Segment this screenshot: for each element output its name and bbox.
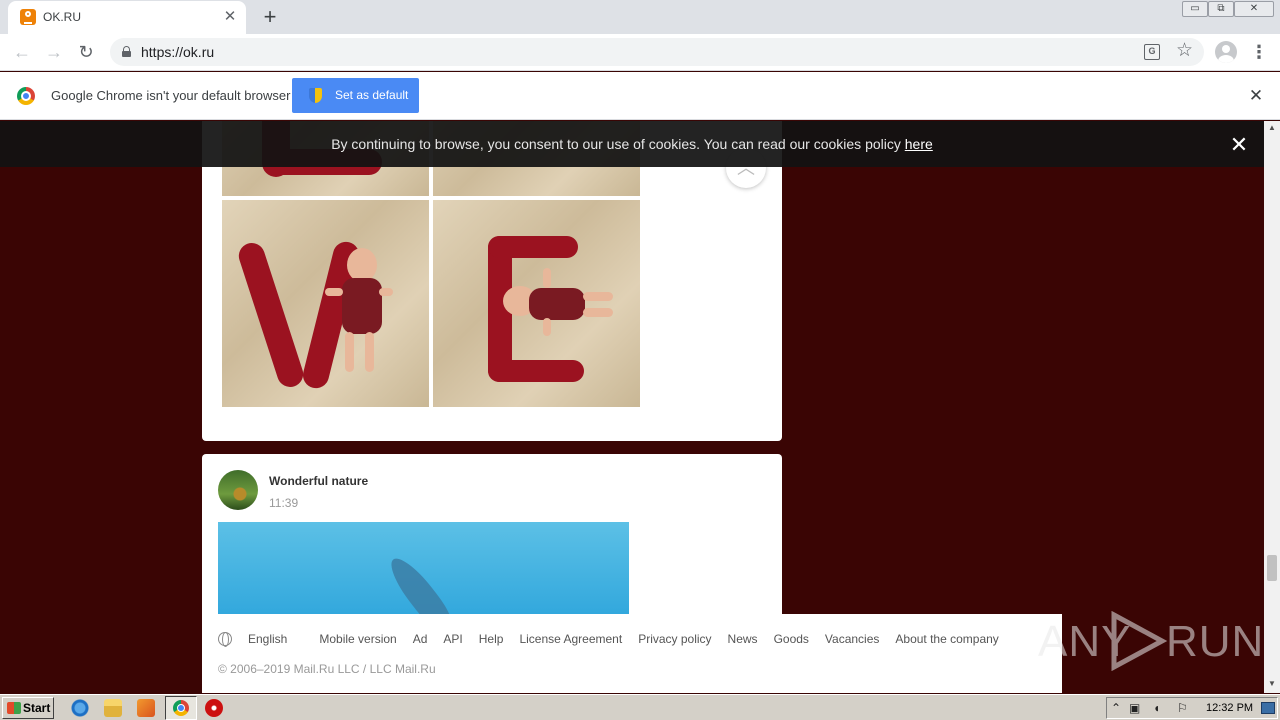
footer-link-vacancies[interactable]: Vacancies bbox=[825, 632, 879, 646]
set-as-default-label: Set as default bbox=[335, 88, 409, 102]
scroll-up-arrow[interactable]: ▲ bbox=[1264, 121, 1280, 135]
taskbar: Start ⌃ ▣ ◖ ⚐ 12:32 PM bbox=[0, 694, 1280, 720]
tab-strip: OK.RU ✕ + ▭ ⧉ ✕ bbox=[0, 0, 1280, 34]
footer-links: English Mobile version Ad API Help Licen… bbox=[218, 632, 1015, 647]
chrome-taskbar-icon bbox=[173, 700, 189, 716]
collage-photo-e[interactable] bbox=[433, 200, 640, 407]
anyrun-watermark: ANY RUN bbox=[1038, 607, 1263, 671]
page-scrollbar[interactable]: ▲ ▼ bbox=[1264, 121, 1280, 693]
footer-link-license[interactable]: License Agreement bbox=[519, 632, 622, 646]
cookie-close-button[interactable]: ✕ bbox=[1228, 134, 1250, 156]
show-desktop-icon[interactable] bbox=[1261, 702, 1275, 714]
minimize-button[interactable]: ▭ bbox=[1182, 1, 1208, 17]
volume-icon[interactable]: ◖ bbox=[1153, 700, 1160, 716]
back-button[interactable]: ← bbox=[10, 40, 34, 64]
footer-link-api[interactable]: API bbox=[443, 632, 462, 646]
footer-link-about[interactable]: About the company bbox=[895, 632, 998, 646]
globe-icon bbox=[218, 632, 232, 647]
tray-expand-icon[interactable]: ⌃ bbox=[1111, 700, 1121, 716]
footer-link-ad[interactable]: Ad bbox=[413, 632, 428, 646]
taskbar-clock[interactable]: 12:32 PM bbox=[1206, 702, 1253, 714]
page-viewport: ︿ Wonderful nature 11:39 By continuing t… bbox=[0, 121, 1264, 693]
lock-icon[interactable] bbox=[122, 46, 131, 57]
cookie-banner-text: By continuing to browse, you consent to … bbox=[0, 136, 1264, 152]
explorer-folder-icon[interactable] bbox=[104, 699, 122, 717]
cookie-message: By continuing to browse, you consent to … bbox=[331, 136, 905, 152]
set-as-default-button[interactable]: Set as default bbox=[292, 78, 419, 113]
start-button[interactable]: Start bbox=[2, 697, 54, 719]
post-timestamp: 11:39 bbox=[269, 496, 299, 510]
footer-link-mobile[interactable]: Mobile version bbox=[319, 632, 396, 646]
footer-language-label: English bbox=[248, 632, 288, 646]
taskbar-chrome-button[interactable] bbox=[165, 696, 197, 720]
cookie-policy-link[interactable]: here bbox=[905, 136, 933, 152]
play-logo-icon bbox=[1111, 611, 1168, 671]
footer-link-news[interactable]: News bbox=[728, 632, 758, 646]
ok-favicon-icon bbox=[20, 9, 36, 25]
star-icon[interactable]: ☆ bbox=[1176, 41, 1193, 61]
footer-link-goods[interactable]: Goods bbox=[774, 632, 809, 646]
start-label: Start bbox=[23, 701, 51, 715]
cookie-banner: By continuing to browse, you consent to … bbox=[0, 121, 1264, 167]
footer-link-help[interactable]: Help bbox=[479, 632, 504, 646]
collage-photo-v[interactable] bbox=[222, 200, 429, 407]
tab-ok-ru[interactable]: OK.RU ✕ bbox=[8, 1, 246, 34]
menu-icon[interactable]: ⋮ bbox=[1250, 40, 1268, 64]
security-alert-icon[interactable] bbox=[205, 699, 223, 717]
media-player-icon[interactable] bbox=[137, 699, 155, 717]
windows-flag-icon bbox=[7, 702, 21, 714]
new-tab-button[interactable]: + bbox=[258, 5, 282, 29]
network-icon[interactable]: ▣ bbox=[1129, 700, 1140, 716]
post-author-link[interactable]: Wonderful nature bbox=[269, 474, 368, 488]
forward-button[interactable]: → bbox=[42, 40, 66, 64]
profile-icon[interactable] bbox=[1215, 41, 1237, 63]
scroll-down-arrow[interactable]: ▼ bbox=[1264, 677, 1280, 691]
restore-button[interactable]: ⧉ bbox=[1208, 1, 1234, 17]
infobar-message: Google Chrome isn't your default browser bbox=[51, 88, 291, 103]
reload-button[interactable]: ↻ bbox=[74, 40, 98, 64]
footer-link-privacy[interactable]: Privacy policy bbox=[638, 632, 711, 646]
translate-icon[interactable]: G bbox=[1144, 44, 1160, 60]
scroll-thumb[interactable] bbox=[1267, 555, 1277, 581]
chrome-logo-icon bbox=[17, 87, 35, 105]
default-browser-infobar: Google Chrome isn't your default browser… bbox=[0, 72, 1280, 120]
tab-close-button[interactable]: ✕ bbox=[222, 9, 238, 25]
footer-copyright: © 2006–2019 Mail.Ru LLC / LLC Mail.Ru bbox=[218, 662, 436, 676]
infobar-close-button[interactable]: ✕ bbox=[1246, 86, 1266, 106]
tab-title: OK.RU bbox=[43, 10, 82, 24]
address-bar[interactable]: https://ok.ru G ☆ bbox=[110, 38, 1204, 66]
photo-post-card: ︿ bbox=[202, 121, 782, 441]
url-text[interactable]: https://ok.ru bbox=[141, 44, 214, 60]
system-tray: ⌃ ▣ ◖ ⚐ 12:32 PM bbox=[1106, 697, 1278, 719]
footer-language-link[interactable]: English bbox=[218, 632, 303, 647]
group-avatar[interactable] bbox=[218, 470, 258, 510]
internet-explorer-icon[interactable] bbox=[71, 699, 89, 717]
browser-toolbar: ← → ↻ https://ok.ru G ☆ ⋮ bbox=[0, 34, 1280, 71]
action-center-flag-icon[interactable]: ⚐ bbox=[1177, 700, 1188, 716]
shield-icon bbox=[309, 88, 322, 103]
site-footer: English Mobile version Ad API Help Licen… bbox=[202, 614, 1062, 693]
window-close-button[interactable]: ✕ bbox=[1234, 1, 1274, 17]
watermark-run: RUN bbox=[1166, 617, 1264, 666]
